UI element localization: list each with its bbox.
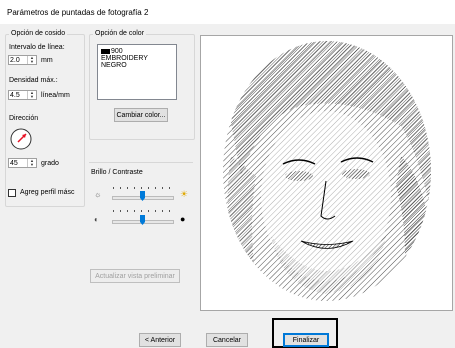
brightness-contrast-label: Brillo / Contraste xyxy=(91,169,143,176)
dialog-client-area: Opción de cosido Intervalo de línea: ▲▼ … xyxy=(0,24,455,348)
color-code: 900 xyxy=(111,48,123,55)
angle-spinner[interactable]: ▲▼ xyxy=(8,158,37,168)
angle-spin-arrows[interactable]: ▲ ▼ xyxy=(27,159,36,167)
portrait-stitch-preview xyxy=(223,41,431,301)
color-swatch xyxy=(101,48,110,54)
brightness-high-icon: ☀ xyxy=(180,189,189,199)
thread-color-list[interactable]: 900 EMBROIDERY NEGRO xyxy=(97,44,177,100)
finish-button[interactable]: Finalizar xyxy=(283,333,329,347)
color-options-legend: Opción de color xyxy=(95,30,145,37)
density-label: Densidad máx.: xyxy=(9,77,58,84)
change-color-button[interactable]: Cambiar color... xyxy=(114,108,168,122)
angle-input[interactable] xyxy=(10,159,26,167)
density-spinner[interactable]: ▲▼ xyxy=(8,90,37,100)
interval-spin-arrows[interactable]: ▲ ▼ xyxy=(27,56,36,64)
color-brand: EMBROIDERY xyxy=(101,55,148,62)
density-spin-arrows[interactable]: ▲ ▼ xyxy=(27,91,36,99)
separator xyxy=(89,162,193,163)
direction-dial-icon[interactable] xyxy=(10,128,32,150)
color-name: NEGRO xyxy=(101,62,127,69)
interval-spinner[interactable]: ▲▼ xyxy=(8,55,37,65)
stitch-preview-panel xyxy=(200,35,453,311)
stitch-options-legend: Opción de cosido xyxy=(11,30,66,37)
back-button[interactable]: < Anterior xyxy=(139,333,181,347)
density-unit: línea/mm xyxy=(41,92,70,99)
title-bar: Parámetros de puntadas de fotografía 2 xyxy=(0,0,455,24)
outline-mask-label: Agreg perfil másc xyxy=(20,189,75,196)
update-preview-button[interactable]: Actualizar vista preliminar xyxy=(90,269,180,283)
contrast-slider-ticks xyxy=(113,210,173,212)
color-list-item[interactable]: 900 xyxy=(98,45,176,55)
brightness-low-icon: ☼ xyxy=(94,190,102,199)
direction-label: Dirección xyxy=(9,115,39,122)
interval-unit: mm xyxy=(41,57,53,64)
interval-label: Intervalo de línea: xyxy=(9,44,65,51)
outline-mask-checkbox[interactable] xyxy=(8,189,16,197)
contrast-low-icon: ◐ xyxy=(94,215,99,224)
contrast-high-icon: ● xyxy=(180,214,186,224)
density-input[interactable] xyxy=(10,91,26,99)
brightness-slider-ticks xyxy=(113,187,173,189)
window-title: Parámetros de puntadas de fotografía 2 xyxy=(7,8,149,17)
cancel-button[interactable]: Cancelar xyxy=(206,333,248,347)
angle-unit: grado xyxy=(41,160,59,167)
interval-input[interactable] xyxy=(10,56,26,64)
